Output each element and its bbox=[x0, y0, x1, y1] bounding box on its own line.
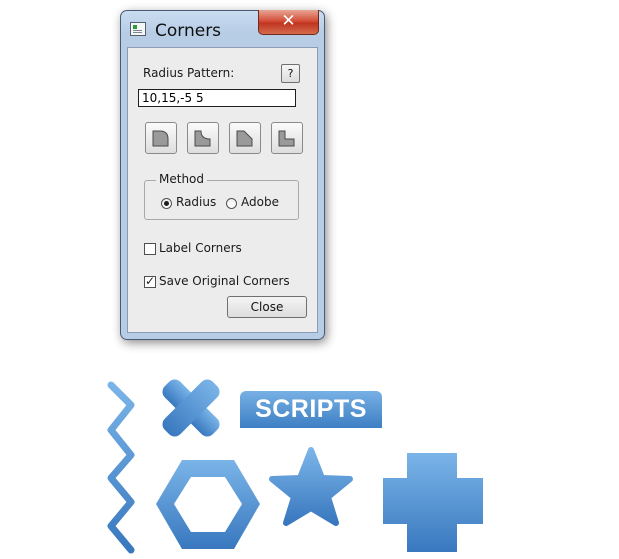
label-corners-checkbox[interactable] bbox=[144, 243, 156, 255]
dialog-body: Radius Pattern: ? 10,15,-5 5 Method Radi… bbox=[127, 47, 318, 333]
corners-dialog: Corners ✕ Radius Pattern: ? 10,15,-5 5 M… bbox=[120, 10, 325, 340]
save-original-checkbox[interactable]: ✓ bbox=[144, 274, 156, 288]
check-icon: ✓ bbox=[145, 274, 156, 288]
radio-adobe[interactable] bbox=[226, 198, 237, 209]
zigzag-shape bbox=[107, 381, 135, 554]
scripts-badge: SCRIPTS bbox=[240, 391, 382, 428]
radio-adobe-label[interactable]: Adobe bbox=[241, 195, 279, 209]
save-original-label[interactable]: Save Original Corners bbox=[159, 274, 290, 288]
star-shape bbox=[269, 447, 353, 526]
window-close-button[interactable]: ✕ bbox=[258, 10, 319, 35]
label-corners-label[interactable]: Label Corners bbox=[159, 241, 242, 255]
app-window-icon bbox=[130, 22, 146, 36]
chamfer-corner-button[interactable] bbox=[229, 122, 261, 154]
help-button[interactable]: ? bbox=[281, 64, 300, 83]
close-button[interactable]: Close bbox=[227, 296, 307, 318]
inverse-round-corner-icon bbox=[194, 130, 211, 147]
notch-corner-button[interactable] bbox=[271, 122, 303, 154]
hexagon-ring-shape bbox=[156, 460, 260, 549]
plus-shape bbox=[383, 453, 483, 552]
chamfer-corner-icon bbox=[236, 130, 253, 147]
radius-pattern-label: Radius Pattern: bbox=[143, 66, 235, 80]
notch-corner-icon bbox=[278, 130, 295, 147]
round-corner-icon bbox=[152, 130, 169, 147]
radio-radius[interactable] bbox=[161, 198, 172, 209]
radio-radius-label[interactable]: Radius bbox=[176, 195, 216, 209]
window-title: Corners bbox=[155, 21, 222, 41]
logo-graphics bbox=[107, 379, 483, 554]
close-icon: ✕ bbox=[281, 11, 296, 31]
radius-pattern-input[interactable]: 10,15,-5 5 bbox=[138, 89, 296, 107]
method-legend: Method bbox=[156, 172, 208, 186]
x-shape bbox=[162, 379, 220, 437]
round-corner-button[interactable] bbox=[145, 122, 177, 154]
inverse-round-corner-button[interactable] bbox=[187, 122, 219, 154]
